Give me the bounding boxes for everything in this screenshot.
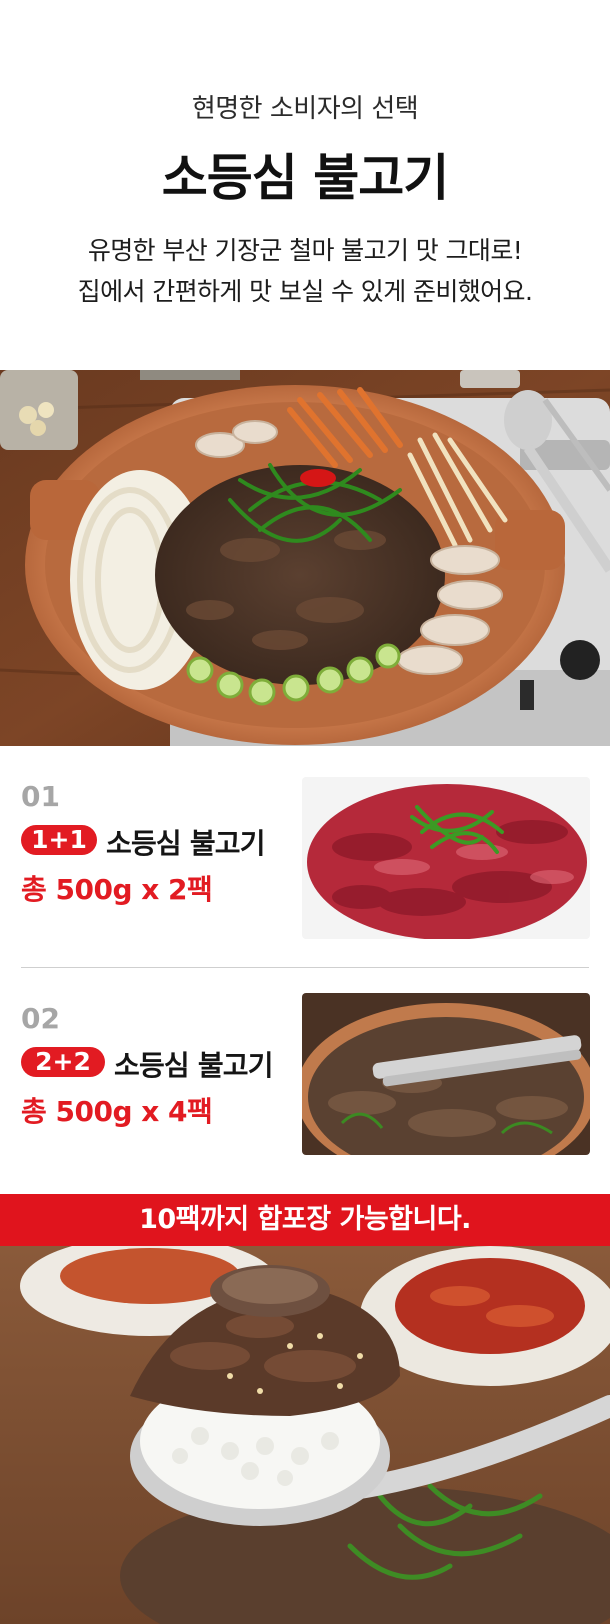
bundle-shipping-banner: 10팩까지 합포장 가능합니다. — [0, 1194, 610, 1246]
option-name: 소등심 불고기 — [114, 1049, 274, 1082]
hero-bulgogi-photo — [0, 370, 610, 746]
option-2[interactable]: 02 2+2 소등심 불고기 총 500g x 4팩 — [0, 968, 610, 1190]
raw-bulgogi-photo — [302, 777, 590, 939]
option-badge: 1+1 — [21, 825, 97, 855]
intro-subtitle: 현명한 소비자의 선택 — [191, 94, 419, 124]
product-title: 소등심 불고기 — [161, 149, 449, 207]
option-price: 총 500g x 4팩 — [21, 1095, 213, 1128]
option-number: 01 — [21, 780, 60, 813]
rice-spoon-photo — [0, 1246, 610, 1624]
option-name: 소등심 불고기 — [106, 827, 266, 860]
intro-description: 유명한 부산 기장군 철마 불고기 맛 그대로! 집에서 간편하게 맛 보실 수… — [0, 230, 610, 312]
cooked-bulgogi-photo — [302, 993, 590, 1155]
description-line-1: 유명한 부산 기장군 철마 불고기 맛 그대로! — [87, 236, 523, 265]
option-1[interactable]: 01 1+1 소등심 불고기 총 500g x 2팩 — [0, 746, 610, 966]
description-line-2: 집에서 간편하게 맛 보실 수 있게 준비했어요. — [77, 277, 533, 306]
intro-section: 현명한 소비자의 선택 소등심 불고기 유명한 부산 기장군 철마 불고기 맛 … — [0, 0, 610, 370]
option-number: 02 — [21, 1002, 60, 1035]
option-price: 총 500g x 2팩 — [21, 873, 213, 906]
product-detail-page: 현명한 소비자의 선택 소등심 불고기 유명한 부산 기장군 철마 불고기 맛 … — [0, 0, 610, 1624]
option-badge: 2+2 — [21, 1047, 105, 1077]
